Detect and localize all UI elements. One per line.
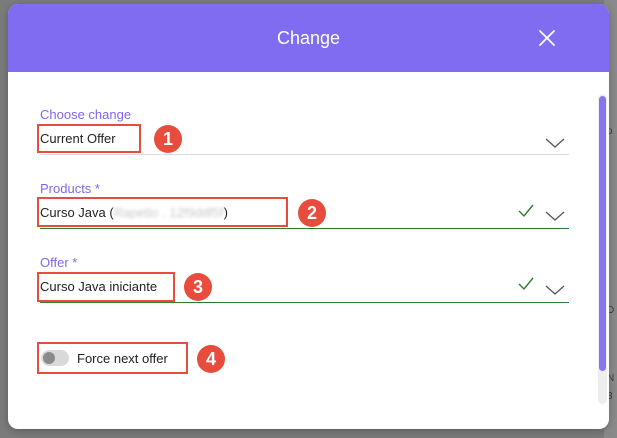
close-button[interactable]	[535, 26, 559, 50]
chevron-down-icon	[545, 285, 565, 295]
offer-label: Offer *	[40, 255, 78, 270]
chevron-down-icon	[545, 138, 565, 148]
scrollbar-thumb[interactable]	[599, 96, 606, 371]
chevron-down-icon	[545, 211, 565, 221]
annotation-badge-1: 1	[154, 125, 182, 153]
annotation-badge-2: 2	[298, 199, 326, 227]
close-icon	[539, 30, 555, 46]
annotation-badge-4: 4	[197, 345, 225, 373]
products-label: Products *	[40, 181, 100, 196]
choose-change-underline	[40, 154, 569, 155]
annotation-box-3	[37, 272, 175, 302]
dialog-title: Change	[276, 28, 341, 48]
products-underline	[40, 228, 569, 229]
check-icon	[518, 204, 534, 218]
dialog-header: Change	[8, 4, 609, 72]
annotation-box-4	[37, 342, 188, 374]
annotation-badge-3: 3	[184, 273, 212, 301]
change-dialog: Change Choose change Current Offer 1 Pro…	[8, 4, 609, 429]
annotation-box-1	[37, 124, 141, 153]
offer-underline	[40, 302, 569, 303]
check-icon	[518, 277, 534, 291]
annotation-box-2	[37, 197, 288, 227]
choose-change-label: Choose change	[40, 107, 132, 122]
